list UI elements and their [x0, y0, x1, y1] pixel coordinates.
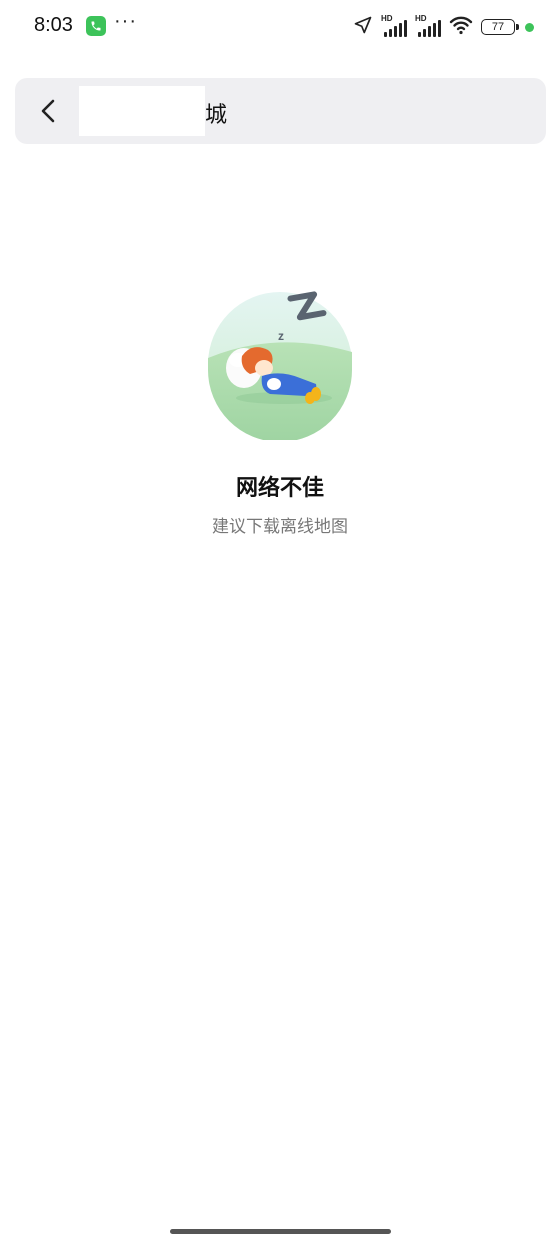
status-bar: 8:03 ··· HD HD 77 — [0, 0, 560, 54]
empty-state-title: 网络不佳 — [235, 476, 324, 501]
more-notifications-indicator: ··· — [114, 10, 137, 32]
back-button[interactable] — [31, 93, 67, 129]
svg-text:z: z — [278, 329, 284, 343]
chevron-left-icon — [41, 99, 55, 123]
status-time: 8:03 — [34, 14, 73, 36]
signal-icon: HD — [415, 14, 441, 37]
wifi-icon — [449, 15, 473, 39]
status-icons: HD HD 77 — [353, 14, 534, 39]
empty-state-subtitle: 建议下载离线地图 — [212, 517, 348, 537]
privacy-indicator-dot — [525, 22, 534, 32]
location-arrow-icon — [353, 15, 373, 39]
page-title: 城 — [205, 103, 228, 128]
home-indicator[interactable] — [170, 1229, 391, 1234]
phone-call-icon — [86, 16, 106, 36]
sleeping-character-icon: z — [206, 290, 356, 442]
battery-icon: 77 — [481, 19, 519, 35]
header-bar[interactable]: 城 — [15, 78, 546, 144]
redacted-title-area — [79, 86, 205, 136]
signal-icon: HD — [381, 14, 407, 37]
